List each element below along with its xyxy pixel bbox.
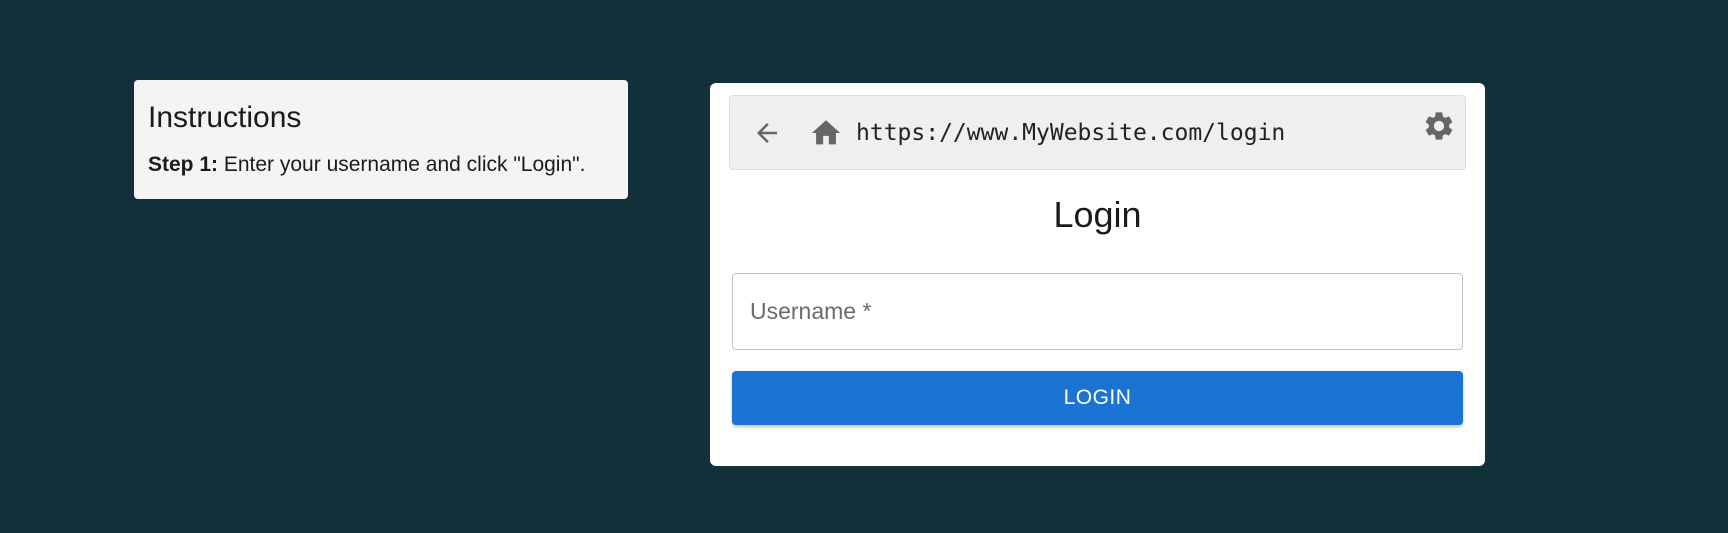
- url-text: https://www.MyWebsite.com/login: [856, 120, 1286, 146]
- gear-icon: [1425, 112, 1453, 140]
- address-bar: https://www.MyWebsite.com/login: [729, 95, 1466, 170]
- login-button[interactable]: LOGIN: [732, 371, 1463, 425]
- page-title: Login: [1053, 194, 1142, 235]
- step-text: Enter your username and click "Login".: [218, 153, 586, 176]
- browser-window: https://www.MyWebsite.com/login Login LO…: [710, 83, 1485, 466]
- arrow-left-icon: [757, 123, 777, 143]
- instructions-step: Step 1: Enter your username and click "L…: [148, 152, 614, 178]
- home-icon: [811, 120, 841, 145]
- home-button[interactable]: [808, 116, 844, 150]
- instructions-panel: Instructions Step 1: Enter your username…: [134, 80, 628, 199]
- username-input[interactable]: [732, 273, 1463, 350]
- settings-button[interactable]: [1421, 108, 1457, 144]
- step-label: Step 1:: [148, 153, 219, 176]
- instructions-title: Instructions: [148, 101, 302, 134]
- back-button[interactable]: [750, 116, 784, 150]
